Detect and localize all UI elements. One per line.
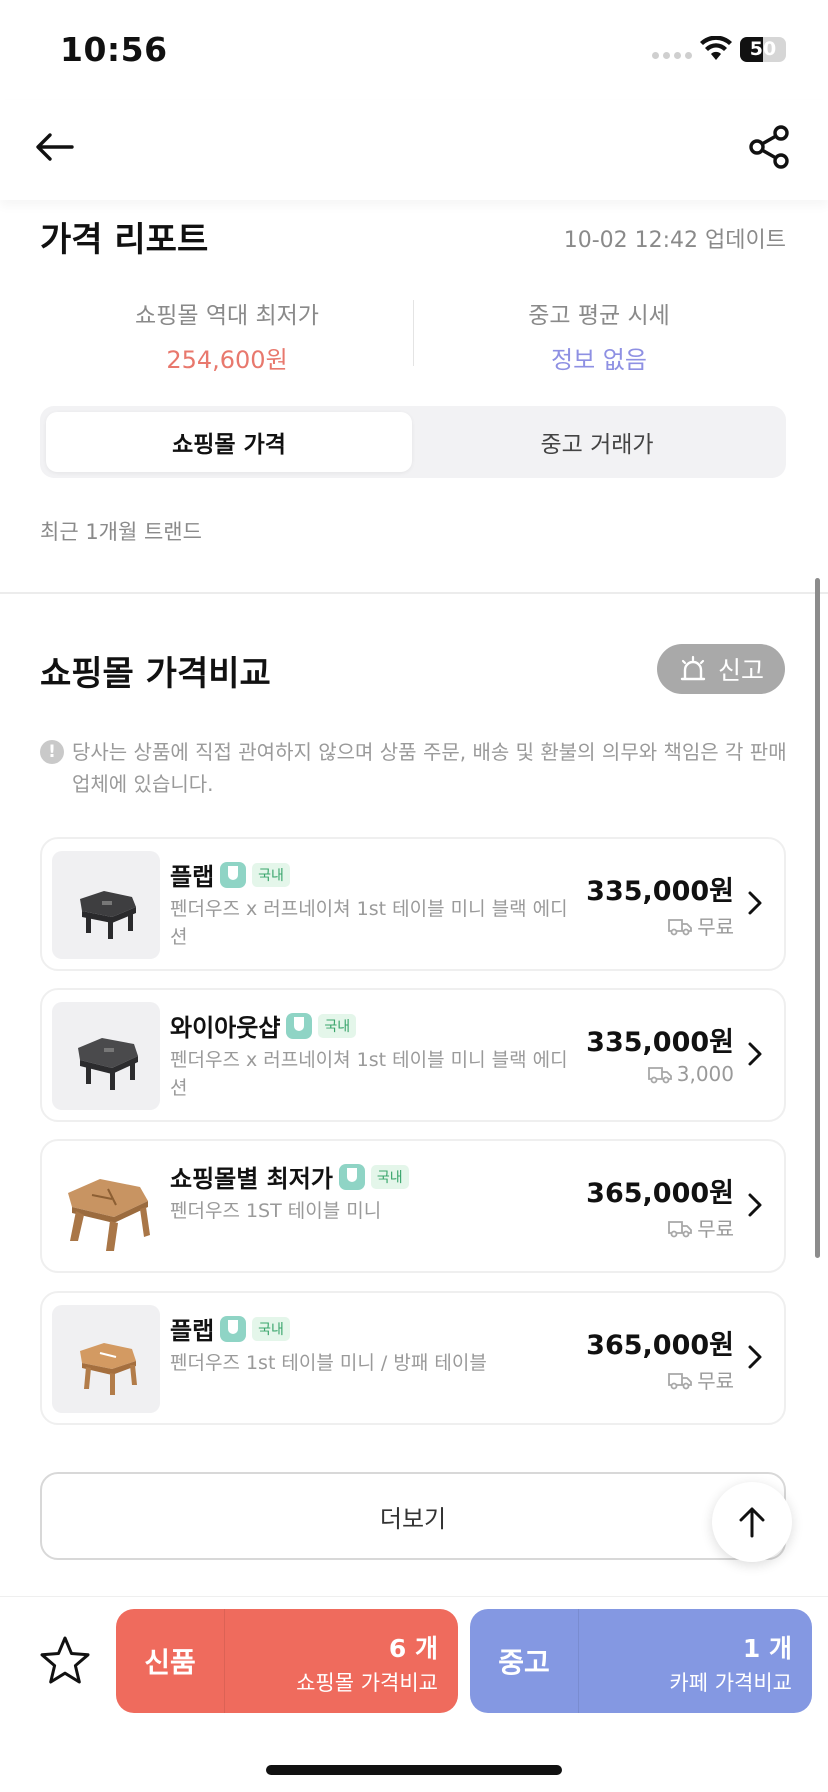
price-report-title: 가격 리포트 xyxy=(40,220,209,260)
price-card[interactable]: 플랩 국내 펜더우즈 1st 테이블 미니 / 방패 테이블 365,000원 … xyxy=(40,1291,786,1425)
used-label: 중고 xyxy=(498,1646,550,1679)
disclaimer-text: 당사는 상품에 직접 관여하지 않으며 상품 주문, 배송 및 환불의 의무와 … xyxy=(72,740,787,796)
update-timestamp: 10-02 12:42 업데이트 xyxy=(563,228,786,253)
product-description: 펜더우즈 1st 테이블 미니 / 방패 테이블 xyxy=(170,1352,487,1374)
cellular-signal-icon xyxy=(652,52,692,59)
battery-level: 50 xyxy=(749,38,777,60)
shop-logo-icon xyxy=(338,1163,365,1190)
shop-name: 플랩 xyxy=(170,863,215,891)
scrollbar[interactable] xyxy=(815,578,820,1258)
used-average-stat: 중고 평균 시세 정보 없음 xyxy=(414,296,784,375)
chevron-right-icon xyxy=(748,891,762,915)
truck-icon xyxy=(668,1220,693,1237)
used-average-value: 정보 없음 xyxy=(551,346,647,374)
product-thumbnail xyxy=(52,1153,160,1261)
tab-used-trade-price[interactable]: 중고 거래가 xyxy=(414,412,780,472)
product-price: 365,000원 xyxy=(586,1178,734,1209)
used-average-label: 중고 평균 시세 xyxy=(528,303,670,329)
report-button-label: 신고 xyxy=(717,656,764,685)
chevron-right-icon xyxy=(748,1042,762,1066)
product-description: 펜더우즈 1ST 테이블 미니 xyxy=(170,1200,382,1222)
arrow-left-icon xyxy=(36,133,74,161)
new-label: 신품 xyxy=(144,1646,196,1679)
lowest-price-stat: 쇼핑몰 역대 최저가 254,600원 xyxy=(42,296,412,375)
used-subtitle: 카페 가격비교 xyxy=(669,1671,792,1695)
shipping-fee: 무료 xyxy=(697,1369,734,1393)
product-price: 335,000원 xyxy=(586,1027,734,1058)
share-icon xyxy=(749,125,789,169)
shop-logo-icon xyxy=(220,1315,247,1342)
favorite-star-button[interactable] xyxy=(36,1633,94,1691)
product-price: 335,000원 xyxy=(586,876,734,907)
chevron-right-icon xyxy=(748,1193,762,1217)
bottom-action-bar: 신품 6 개 쇼핑몰 가격비교 중고 1 개 카페 가격비교 xyxy=(0,1596,828,1792)
exclamation-icon: ! xyxy=(40,740,64,764)
product-thumbnail xyxy=(52,851,160,959)
more-button[interactable]: 더보기 xyxy=(40,1472,786,1560)
siren-icon xyxy=(680,655,706,681)
shop-logo-icon xyxy=(220,861,247,888)
arrow-up-icon xyxy=(739,1507,765,1538)
domestic-badge: 국내 xyxy=(370,1164,409,1189)
shipping-info: 3,000 xyxy=(647,1062,734,1086)
star-icon xyxy=(40,1636,90,1684)
share-button[interactable] xyxy=(745,122,795,172)
chevron-right-icon xyxy=(748,1345,762,1369)
wifi-icon xyxy=(700,36,732,60)
price-tab-segment: 쇼핑몰 가격 중고 거래가 xyxy=(40,406,786,478)
comparison-title: 쇼핑몰 가격비교 xyxy=(40,654,271,694)
truck-icon xyxy=(647,1067,672,1084)
product-thumbnail xyxy=(52,1002,160,1110)
section-divider xyxy=(0,592,828,594)
new-count: 6 개 xyxy=(388,1634,438,1663)
product-thumbnail xyxy=(52,1305,160,1413)
lowest-price-value: 254,600원 xyxy=(166,346,288,374)
truck-icon xyxy=(668,1372,693,1389)
price-card[interactable]: 와이아웃샵 국내 펜더우즈 x 러프네이쳐 1st 테이블 미니 블랙 에디션 … xyxy=(40,988,786,1122)
shop-name: 플랩 xyxy=(170,1317,215,1345)
lowest-price-label: 쇼핑몰 역대 최저가 xyxy=(135,303,319,329)
shipping-info: 무료 xyxy=(667,1365,734,1394)
new-product-button[interactable]: 신품 6 개 쇼핑몰 가격비교 xyxy=(116,1609,458,1713)
back-button[interactable] xyxy=(30,122,80,172)
scroll-to-top-button[interactable] xyxy=(712,1482,792,1562)
tab-shopping-mall-price[interactable]: 쇼핑몰 가격 xyxy=(46,412,412,472)
disclaimer-notice: ! 당사는 상품에 직접 관여하지 않으며 상품 주문, 배송 및 환불의 의무… xyxy=(40,736,790,800)
used-product-button[interactable]: 중고 1 개 카페 가격비교 xyxy=(470,1609,812,1713)
nav-header xyxy=(0,100,828,200)
home-indicator xyxy=(266,1765,562,1775)
domestic-badge: 국내 xyxy=(318,1013,357,1038)
status-bar: 10:56 50 xyxy=(0,0,828,100)
product-description: 펜더우즈 x 러프네이쳐 1st 테이블 미니 블랙 에디션 xyxy=(170,898,568,948)
product-description: 펜더우즈 x 러프네이쳐 1st 테이블 미니 블랙 에디션 xyxy=(170,1049,568,1099)
status-time: 10:56 xyxy=(60,30,168,69)
price-card[interactable]: 플랩 국내 펜더우즈 x 러프네이쳐 1st 테이블 미니 블랙 에디션 335… xyxy=(40,837,786,971)
shipping-info: 무료 xyxy=(667,1213,734,1242)
new-subtitle: 쇼핑몰 가격비교 xyxy=(296,1671,438,1695)
shop-name: 쇼핑몰별 최저가 xyxy=(170,1165,333,1193)
domestic-badge: 국내 xyxy=(252,862,290,887)
used-count: 1 개 xyxy=(742,1634,792,1663)
trend-label: 최근 1개월 트랜드 xyxy=(40,520,202,544)
shipping-fee: 무료 xyxy=(697,1217,734,1241)
price-card[interactable]: 쇼핑몰별 최저가 국내 펜더우즈 1ST 테이블 미니 365,000원 무료 xyxy=(40,1139,786,1273)
shop-logo-icon xyxy=(286,1012,313,1039)
shipping-info: 무료 xyxy=(667,911,734,940)
report-button[interactable]: 신고 xyxy=(657,644,785,694)
shipping-fee: 3,000 xyxy=(676,1062,734,1086)
shipping-fee: 무료 xyxy=(697,915,734,939)
domestic-badge: 국내 xyxy=(252,1316,290,1341)
truck-icon xyxy=(668,918,693,935)
shop-name: 와이아웃샵 xyxy=(170,1014,281,1042)
battery-icon: 50 xyxy=(740,37,786,62)
product-price: 365,000원 xyxy=(586,1330,734,1361)
